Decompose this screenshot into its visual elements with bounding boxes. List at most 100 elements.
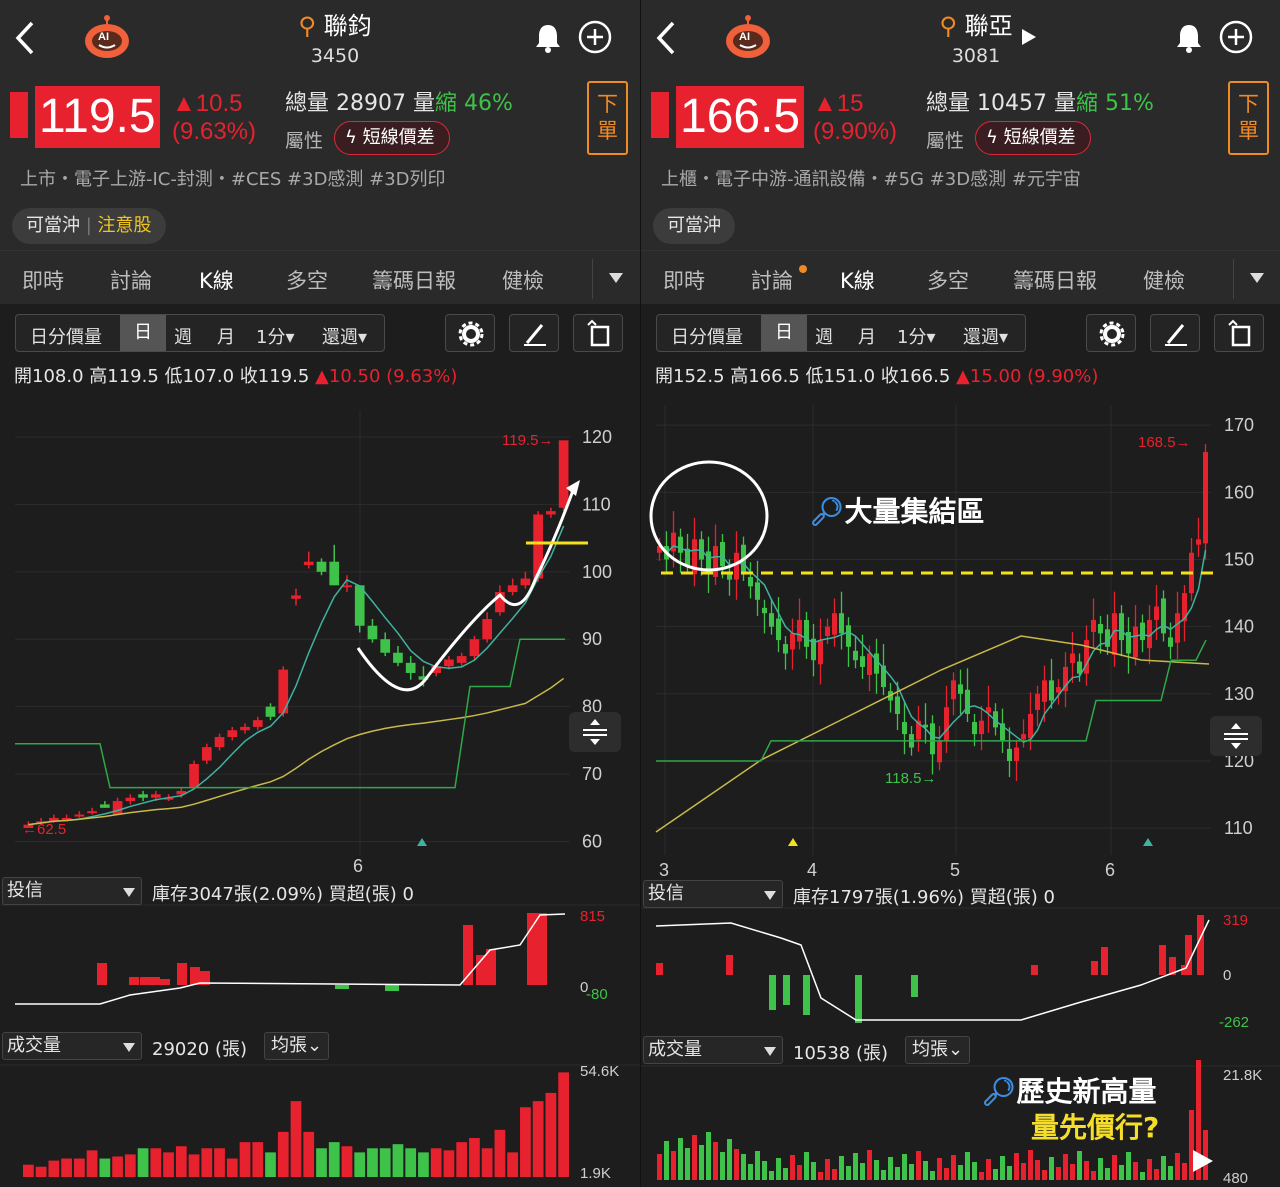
inst-bar bbox=[656, 963, 663, 975]
volume-bar bbox=[328, 1142, 340, 1177]
institution-select[interactable]: 投信 bbox=[643, 880, 783, 908]
resize-handle[interactable] bbox=[1210, 716, 1262, 756]
volume-bar bbox=[839, 1156, 844, 1180]
avg-lots-button[interactable]: 均張⌄ bbox=[264, 1032, 330, 1060]
candle bbox=[444, 659, 454, 667]
volume-bar bbox=[1154, 1169, 1159, 1180]
volume-bar bbox=[1147, 1159, 1152, 1180]
volume-bar bbox=[1084, 1161, 1089, 1180]
volume-bar bbox=[1133, 1162, 1138, 1180]
volume-bar bbox=[1028, 1150, 1033, 1180]
candle bbox=[405, 662, 416, 673]
volume-bar bbox=[1140, 1172, 1145, 1180]
volume-bar bbox=[1035, 1160, 1040, 1180]
event-marker bbox=[788, 838, 798, 846]
candle bbox=[125, 797, 136, 802]
volume-bar bbox=[769, 1171, 774, 1180]
volume-bar bbox=[239, 1142, 251, 1177]
drag-handle-icon bbox=[1224, 723, 1248, 749]
candle bbox=[189, 763, 199, 788]
candle bbox=[558, 440, 569, 508]
candle bbox=[817, 640, 824, 665]
candle bbox=[252, 720, 263, 727]
volume-info: 10538 (張) bbox=[793, 1043, 889, 1064]
ma5-line bbox=[658, 545, 1207, 744]
candle bbox=[719, 542, 726, 567]
volume-bar bbox=[860, 1163, 865, 1180]
volume-bar bbox=[494, 1129, 506, 1177]
volume-bar bbox=[1021, 1163, 1026, 1180]
candle bbox=[303, 561, 314, 566]
inst-bar bbox=[1091, 961, 1098, 975]
volume-bar bbox=[303, 1131, 315, 1177]
institution-select[interactable]: 投信 bbox=[2, 877, 142, 905]
x-tick-label: 4 bbox=[807, 860, 817, 880]
volume-bar bbox=[545, 1092, 557, 1177]
volume-bar bbox=[73, 1158, 85, 1177]
volume-bar bbox=[23, 1164, 34, 1177]
inst-bar bbox=[783, 975, 790, 1005]
candle bbox=[1202, 452, 1209, 544]
volume-bar bbox=[965, 1152, 970, 1180]
volume-bar bbox=[290, 1101, 302, 1177]
candle bbox=[775, 618, 782, 641]
candle bbox=[1069, 653, 1076, 663]
candle bbox=[936, 740, 943, 763]
volume-bar bbox=[150, 1148, 162, 1177]
avg-lots-button[interactable]: 均張⌄ bbox=[905, 1036, 971, 1064]
y-tick-label: 170 bbox=[1224, 415, 1254, 435]
volume-bar bbox=[1098, 1158, 1103, 1180]
volume-bar bbox=[748, 1164, 753, 1180]
volume-bar bbox=[61, 1158, 72, 1177]
inst-bar bbox=[803, 975, 810, 1015]
volume-bar bbox=[874, 1160, 879, 1180]
candle bbox=[1195, 539, 1202, 545]
volume-bar bbox=[923, 1161, 928, 1180]
ma20-line bbox=[28, 677, 565, 826]
candle bbox=[1048, 680, 1055, 701]
volume-bar bbox=[958, 1165, 963, 1180]
volume-select[interactable]: 成交量 bbox=[2, 1032, 142, 1060]
volume-bar bbox=[902, 1154, 907, 1180]
volume-bar bbox=[1168, 1166, 1173, 1180]
candle bbox=[112, 801, 123, 815]
y-tick-label: 130 bbox=[1224, 684, 1254, 704]
inst-bar bbox=[1159, 945, 1166, 975]
kline-chart[interactable]: 120110100908070606119.5→←62.58150-8054.6… bbox=[0, 0, 640, 1187]
candle bbox=[1013, 747, 1020, 761]
candle bbox=[971, 722, 978, 735]
y-tick-label: 150 bbox=[1224, 549, 1254, 569]
volume-bar bbox=[951, 1155, 956, 1180]
play-icon[interactable] bbox=[1187, 1146, 1217, 1176]
candle bbox=[367, 625, 378, 640]
inst-bar bbox=[97, 963, 107, 985]
volume-bar bbox=[776, 1158, 781, 1180]
volume-bar bbox=[201, 1148, 213, 1177]
inst-bar bbox=[140, 977, 150, 985]
volume-bar bbox=[755, 1151, 760, 1180]
volume-bar bbox=[825, 1159, 830, 1180]
volume-bar bbox=[520, 1107, 531, 1177]
volume-bar bbox=[1105, 1168, 1110, 1180]
candle bbox=[1139, 622, 1146, 641]
volume-bar bbox=[367, 1148, 378, 1177]
candle bbox=[316, 561, 327, 572]
volume-bar bbox=[532, 1101, 544, 1177]
candle bbox=[393, 652, 403, 663]
volume-bar bbox=[137, 1148, 149, 1177]
volume-bar bbox=[188, 1154, 200, 1177]
inst-bar bbox=[527, 913, 537, 985]
volume-select[interactable]: 成交量 bbox=[643, 1036, 783, 1064]
candle bbox=[201, 747, 212, 761]
candle bbox=[859, 656, 866, 667]
volume-bar bbox=[818, 1172, 823, 1180]
kline-chart[interactable]: 1701601501401301201103 4 5 6168.5→118.5→319… bbox=[641, 0, 1280, 1187]
candle bbox=[1167, 637, 1174, 647]
candle bbox=[354, 585, 365, 626]
volume-bar bbox=[1077, 1151, 1082, 1180]
y-tick-label: 0 bbox=[1223, 967, 1231, 984]
volume-bar bbox=[671, 1151, 676, 1180]
resize-handle[interactable] bbox=[569, 712, 621, 752]
candle bbox=[782, 644, 789, 654]
magnifier-icon: 🔎︎ bbox=[981, 1075, 1017, 1108]
